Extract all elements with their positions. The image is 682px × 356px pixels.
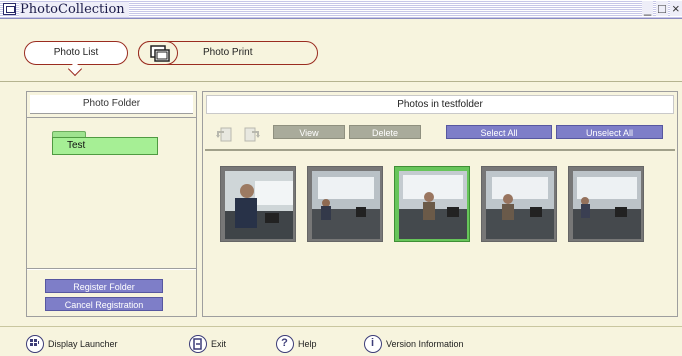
select-all-button[interactable]: Select All (446, 125, 552, 139)
app-icon (3, 3, 16, 15)
minimize-button[interactable]: _ (642, 1, 654, 16)
question-mark-glyph: ? (281, 337, 288, 349)
close-button[interactable]: × (670, 1, 682, 16)
divider (27, 117, 196, 118)
mode-tabs-bar: Photo List Photo Print (0, 20, 682, 82)
title-bar: PhotoCollection _ □ × (0, 0, 682, 19)
photos-header: Photos in testfolder (206, 95, 674, 114)
tab-photo-print-label: Photo Print (203, 47, 253, 58)
tab-photo-print[interactable]: Photo Print (138, 40, 318, 65)
launcher-grid-icon (26, 335, 44, 353)
unselect-all-button[interactable]: Unselect All (556, 125, 663, 139)
photo-image (225, 171, 293, 239)
photo-thumbnail[interactable] (481, 166, 557, 242)
help-label: Help (298, 339, 317, 349)
active-tab-pointer (67, 61, 83, 77)
bottom-toolbar: Display Launcher Exit ? Help i Version I… (0, 326, 682, 356)
register-folder-button[interactable]: Register Folder (45, 279, 163, 293)
photo-thumbnail-selected[interactable] (394, 166, 470, 242)
window-title: PhotoCollection (19, 2, 129, 17)
photo-image (399, 171, 467, 239)
help-question-icon: ? (276, 335, 294, 353)
photo-image (573, 171, 641, 239)
photos-panel: Photos in testfolder View Delete Select … (202, 91, 678, 317)
display-launcher-label: Display Launcher (48, 339, 118, 349)
photo-folder-panel: Photo Folder Test Register Folder Cancel… (26, 91, 197, 317)
info-icon: i (364, 335, 382, 353)
folder-label: Test (52, 137, 158, 155)
cancel-registration-button[interactable]: Cancel Registration (45, 297, 163, 311)
photo-image (486, 171, 554, 239)
rotate-right-icon[interactable] (243, 125, 261, 143)
tab-photo-list-label: Photo List (53, 47, 99, 58)
photo-image (312, 171, 380, 239)
maximize-button[interactable]: □ (656, 1, 668, 16)
photo-folder-header: Photo Folder (30, 95, 193, 114)
delete-button[interactable]: Delete (349, 125, 421, 139)
photo-thumbnail[interactable] (220, 166, 296, 242)
folder-item-test[interactable]: Test (52, 131, 158, 155)
photo-thumbnail[interactable] (307, 166, 383, 242)
exit-door-icon (189, 335, 207, 353)
info-glyph: i (370, 337, 375, 349)
view-button[interactable]: View (273, 125, 345, 139)
divider (27, 268, 196, 270)
photo-thumbnail[interactable] (568, 166, 644, 242)
rotate-left-icon[interactable] (215, 125, 233, 143)
tab-photo-list[interactable]: Photo List (24, 41, 128, 77)
thumbnail-grid (205, 149, 675, 314)
exit-label: Exit (211, 339, 227, 349)
version-information-label: Version Information (386, 339, 464, 349)
print-icon (138, 40, 178, 65)
